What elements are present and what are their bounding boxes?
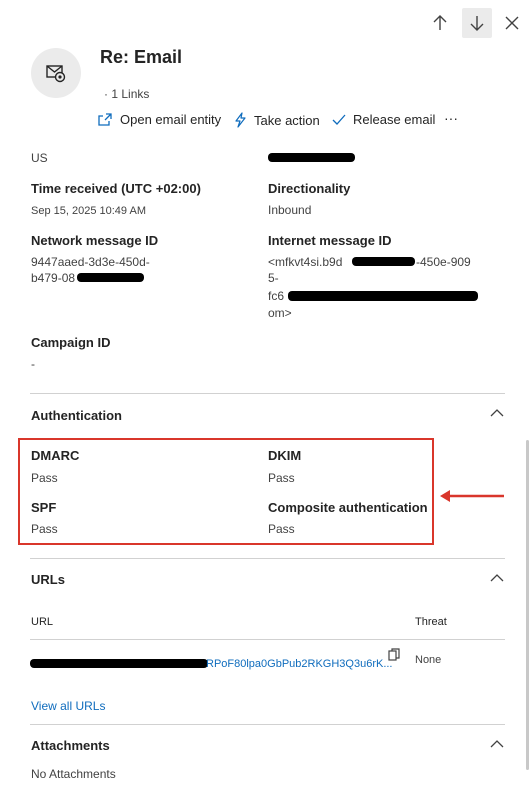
up-arrow-icon[interactable]	[425, 8, 455, 38]
internet-message-id-label: Internet message ID	[268, 233, 392, 248]
dmarc-label: DMARC	[31, 448, 80, 463]
copy-icon[interactable]	[388, 648, 400, 662]
authentication-section-title[interactable]: Authentication	[31, 408, 122, 423]
annotation-highlight-box	[18, 438, 434, 545]
take-action-button[interactable]: Take action	[234, 112, 320, 128]
email-envelope-icon	[31, 48, 81, 98]
redaction-mark	[268, 153, 355, 162]
open-email-entity-button[interactable]: Open email entity	[98, 112, 221, 127]
spf-label: SPF	[31, 500, 57, 515]
take-action-label: Take action	[254, 112, 320, 128]
spf-value: Pass	[31, 522, 58, 536]
chevron-up-icon[interactable]	[490, 739, 504, 749]
open-email-entity-label: Open email entity	[120, 112, 222, 127]
campaign-id-value: -	[31, 357, 35, 371]
table-header-divider	[30, 639, 505, 640]
redaction-mark	[30, 659, 208, 668]
more-icon: ···	[444, 110, 458, 126]
checkmark-icon	[332, 114, 346, 125]
release-email-button[interactable]: Release email	[332, 112, 435, 127]
lightning-icon	[235, 112, 246, 128]
internet-message-id-line4: om>	[268, 306, 292, 320]
section-divider	[30, 724, 505, 725]
links-count: · 1 Links	[104, 87, 150, 101]
network-message-id-label: Network message ID	[31, 233, 159, 248]
release-email-label: Release email	[353, 112, 436, 127]
composite-authentication-value: Pass	[268, 522, 295, 536]
composite-authentication-label: Composite authentication	[268, 500, 428, 515]
internet-message-id-line2: 5-	[268, 271, 279, 285]
urls-section-title[interactable]: URLs	[31, 572, 65, 587]
dmarc-value: Pass	[31, 471, 58, 485]
down-arrow-icon[interactable]	[462, 8, 492, 38]
country-value: US	[31, 151, 48, 165]
network-message-id-line2: b479-08	[31, 271, 76, 285]
url-link[interactable]: RPoF80lpa0GbPub2RKGH3Q3u6rK...	[206, 658, 393, 670]
redaction-mark	[288, 291, 478, 301]
section-divider	[30, 393, 505, 394]
redaction-mark	[352, 257, 415, 266]
time-received-label: Time received (UTC +02:00)	[31, 181, 201, 196]
open-external-icon	[98, 112, 112, 126]
attachments-section-title[interactable]: Attachments	[31, 738, 110, 753]
links-count-text: 1 Links	[111, 87, 150, 101]
threat-column-header: Threat	[415, 616, 447, 628]
internet-message-id-line1: <mfkvt4si.b9d	[268, 255, 343, 269]
more-actions-button[interactable]: ···	[444, 110, 458, 126]
network-message-id-line1: 9447aaed-3d3e-450d-	[31, 255, 150, 269]
dkim-label: DKIM	[268, 448, 302, 463]
campaign-id-label: Campaign ID	[31, 335, 111, 350]
chevron-up-icon[interactable]	[490, 408, 504, 418]
view-all-urls-link[interactable]: View all URLs	[31, 699, 105, 713]
chevron-up-icon[interactable]	[490, 573, 504, 583]
redaction-mark	[77, 273, 144, 282]
email-title: Re: Email	[100, 47, 183, 67]
directionality-value: Inbound	[268, 203, 312, 217]
no-attachments-text: No Attachments	[31, 767, 116, 781]
directionality-label: Directionality	[268, 181, 351, 196]
url-column-header: URL	[31, 616, 54, 628]
internet-message-id-line1-end: -450e-909	[416, 255, 471, 269]
section-divider	[30, 558, 505, 559]
scrollbar[interactable]	[526, 440, 529, 770]
annotation-arrow-icon	[440, 490, 504, 502]
close-icon[interactable]	[497, 8, 527, 38]
time-received-value: Sep 15, 2025 10:49 AM	[31, 205, 146, 217]
threat-value: None	[415, 654, 442, 666]
internet-message-id-line3: fc6	[268, 289, 285, 303]
dkim-value: Pass	[268, 471, 295, 485]
